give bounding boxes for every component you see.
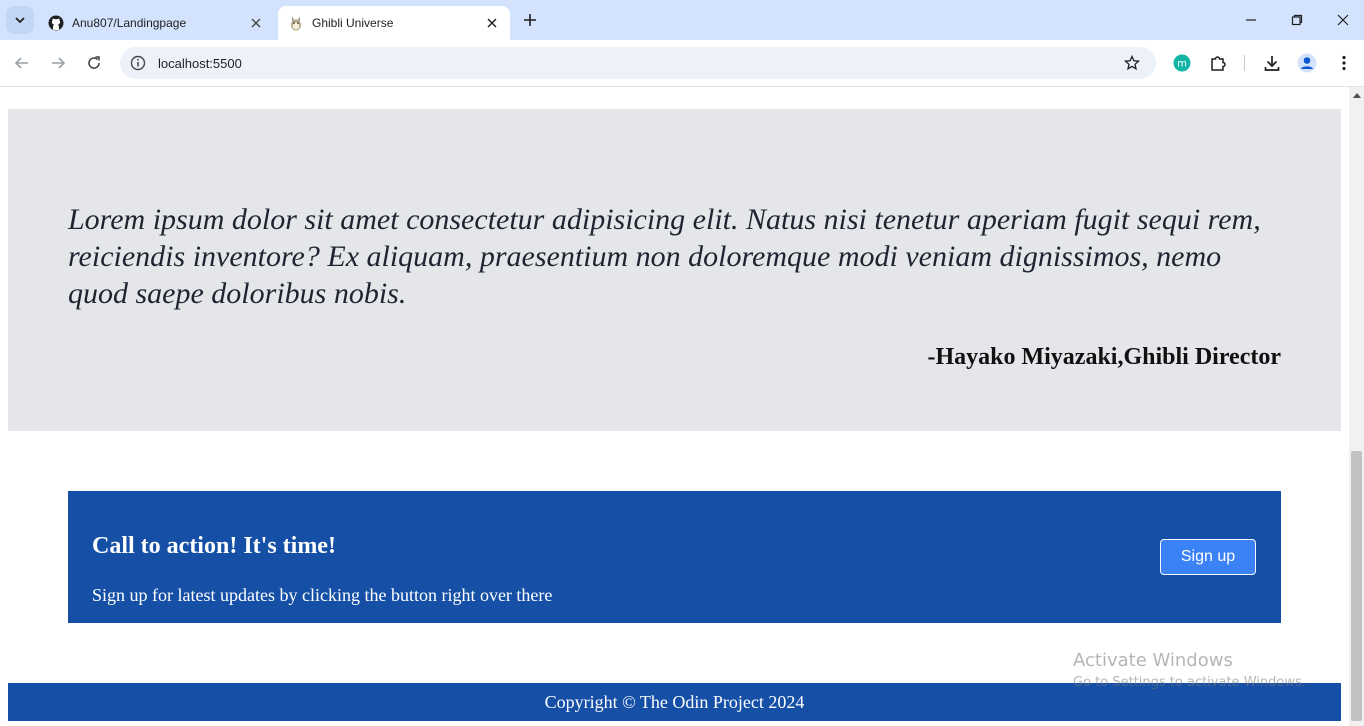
tab-landingpage[interactable]: Anu807/Landingpage: [38, 6, 274, 40]
profile-avatar-icon[interactable]: [1295, 51, 1319, 75]
quote-text: Lorem ipsum dolor sit amet consectetur a…: [68, 203, 1261, 310]
extensions-puzzle-icon[interactable]: [1206, 51, 1230, 75]
new-tab-button[interactable]: [518, 8, 542, 32]
close-tab-icon[interactable]: [246, 13, 266, 33]
close-icon: [1337, 14, 1349, 26]
tab-search-button[interactable]: [6, 6, 34, 34]
cta-subtitle: Sign up for latest updates by clicking t…: [92, 585, 553, 605]
svg-text:m: m: [1177, 59, 1187, 70]
back-button[interactable]: [8, 49, 36, 77]
arrow-right-icon: [52, 57, 66, 69]
more-menu-icon[interactable]: [1332, 51, 1356, 75]
arrow-left-icon: [14, 57, 28, 69]
extension-m-icon[interactable]: m: [1170, 51, 1194, 75]
github-icon: [48, 15, 64, 31]
scroll-up-arrow-icon[interactable]: [1349, 89, 1364, 101]
watermark-subtitle: Go to Settings to activate Windows.: [1073, 675, 1306, 690]
restore-icon: [1291, 14, 1303, 26]
page-viewport: Lorem ipsum dolor sit amet consectetur a…: [0, 87, 1349, 726]
chevron-down-icon: [15, 17, 25, 24]
tab-ghibli-universe[interactable]: Ghibli Universe: [278, 6, 510, 40]
activate-windows-watermark: Activate Windows Go to Settings to activ…: [1073, 650, 1306, 690]
copyright-text: Copyright © The Odin Project 2024: [544, 691, 805, 712]
plus-icon: [524, 14, 536, 26]
bookmark-star-icon[interactable]: [1122, 53, 1142, 73]
minimize-icon: [1246, 19, 1256, 21]
scrollbar-thumb[interactable]: [1351, 451, 1362, 721]
watermark-title: Activate Windows: [1073, 650, 1233, 671]
cta-title: Call to action! It's time!: [92, 533, 336, 559]
tab-title: Anu807/Landingpage: [72, 16, 187, 30]
quote-author: -Hayako Miyazaki,Ghibli Director: [927, 344, 1281, 370]
minimize-button[interactable]: [1228, 6, 1274, 34]
browser-toolbar: localhost:5500 m: [0, 40, 1364, 87]
reload-icon: [88, 56, 100, 69]
totoro-favicon-icon: [288, 15, 304, 31]
downloads-icon[interactable]: [1260, 51, 1284, 75]
tab-strip: Anu807/Landingpage Ghibli Universe: [0, 0, 1364, 40]
site-info-icon[interactable]: [130, 55, 146, 71]
quote-section: Lorem ipsum dolor sit amet consectetur a…: [8, 109, 1341, 431]
sign-up-button[interactable]: Sign up: [1160, 539, 1256, 575]
forward-button[interactable]: [44, 49, 72, 77]
reload-button[interactable]: [80, 49, 108, 77]
tab-title: Ghibli Universe: [312, 16, 394, 30]
close-window-button[interactable]: [1320, 6, 1364, 34]
call-to-action-banner: Call to action! It's time! Sign up for l…: [68, 491, 1281, 623]
url-text: localhost:5500: [158, 55, 242, 71]
close-tab-icon[interactable]: [482, 13, 502, 33]
vertical-scrollbar[interactable]: [1349, 87, 1364, 726]
address-bar[interactable]: localhost:5500: [120, 47, 1156, 79]
restore-button[interactable]: [1274, 6, 1320, 34]
toolbar-separator: [1244, 55, 1245, 71]
